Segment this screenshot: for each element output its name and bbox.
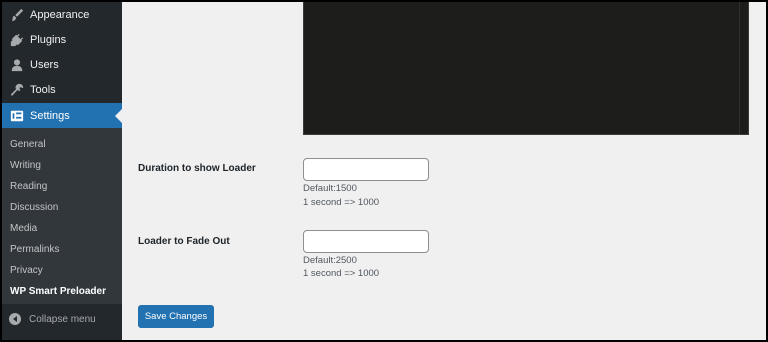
- wrench-icon: [4, 83, 30, 97]
- submenu-item-reading[interactable]: Reading: [10, 181, 47, 192]
- fade-default-hint: Default:2500: [303, 255, 357, 266]
- fade-label: Loader to Fade Out: [138, 236, 230, 247]
- menu-item-appearance[interactable]: Appearance: [2, 2, 122, 27]
- collapse-menu-label: Collapse menu: [29, 313, 96, 325]
- submenu-item-privacy[interactable]: Privacy: [10, 265, 43, 276]
- duration-label: Duration to show Loader: [138, 163, 256, 174]
- menu-item-plugins[interactable]: Plugins: [2, 27, 122, 52]
- save-changes-button[interactable]: Save Changes: [138, 305, 214, 328]
- menu-item-tools[interactable]: Tools: [2, 77, 122, 102]
- menu-item-label: Settings: [30, 109, 70, 122]
- wp-admin-window: Appearance Plugins Users Tools Settings: [2, 2, 766, 340]
- submenu-item-writing[interactable]: Writing: [10, 160, 41, 171]
- user-icon: [4, 58, 30, 72]
- menu-item-label: Plugins: [30, 33, 67, 46]
- duration-input[interactable]: [303, 158, 429, 181]
- submenu-item-media[interactable]: Media: [10, 223, 37, 234]
- menu-item-label: Appearance: [30, 8, 90, 21]
- submenu-item-general[interactable]: General: [10, 139, 46, 150]
- menu-item-settings[interactable]: Settings: [2, 103, 122, 128]
- menu-item-users[interactable]: Users: [2, 52, 122, 77]
- submenu-item-discussion[interactable]: Discussion: [10, 202, 58, 213]
- fade-unit-hint: 1 second => 1000: [303, 268, 380, 279]
- menu-item-label: Users: [30, 58, 59, 71]
- duration-default-hint: Default:1500: [303, 183, 357, 194]
- collapse-menu-button[interactable]: Collapse menu: [2, 308, 122, 330]
- submenu-item-permalinks[interactable]: Permalinks: [10, 244, 59, 255]
- plug-icon: [4, 33, 30, 47]
- fade-input[interactable]: [303, 230, 429, 253]
- submenu-item-wp-smart-preloader[interactable]: WP Smart Preloader: [10, 286, 106, 297]
- duration-unit-hint: 1 second => 1000: [303, 197, 380, 208]
- admin-sidebar: Appearance Plugins Users Tools Settings: [2, 2, 122, 340]
- menu-item-label: Tools: [30, 83, 56, 96]
- settings-submenu: General Writing Reading Discussion Media…: [2, 128, 122, 304]
- collapse-arrow-icon: [9, 313, 21, 325]
- settings-icon: [4, 109, 30, 123]
- preview-divider: [739, 2, 740, 134]
- active-indicator-arrow: [115, 108, 122, 123]
- paintbrush-icon: [4, 8, 30, 22]
- loader-preview: [303, 2, 749, 135]
